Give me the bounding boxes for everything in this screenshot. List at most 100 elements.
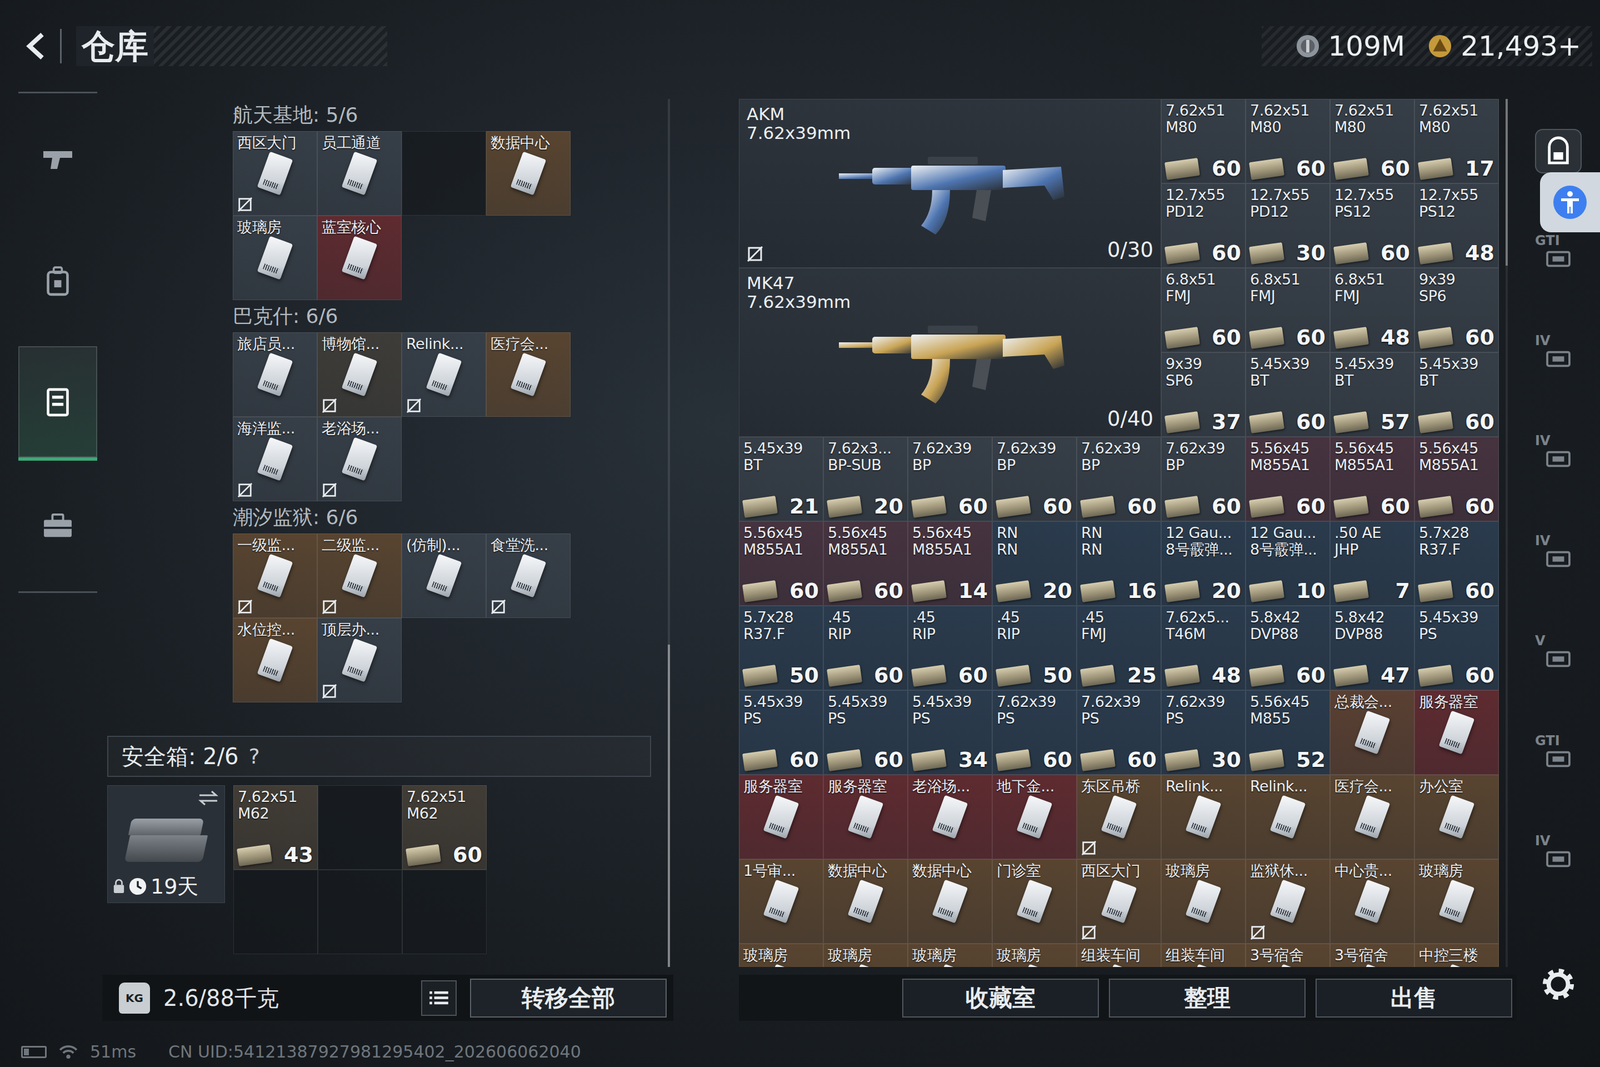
ammo-slot[interactable]: 9x39SP660: [1414, 267, 1499, 353]
ammo-slot[interactable]: 5.45x39BT57: [1330, 352, 1415, 437]
filter-button[interactable]: IV: [1535, 828, 1582, 874]
ammo-slot[interactable]: 7.62x51M8060: [1245, 98, 1330, 184]
sidebar-item[interactable]: [18, 468, 98, 583]
ammo-slot[interactable]: 5.7x28R37.F60: [1414, 521, 1499, 606]
key-slot[interactable]: 服务器室: [1414, 690, 1499, 775]
ammo-slot[interactable]: 6.8x51FMJ60: [1245, 267, 1330, 353]
key-slot[interactable]: 服务器室: [823, 774, 908, 859]
key-slot[interactable]: 中心贵...: [1330, 858, 1415, 944]
key-slot[interactable]: 数据中心: [823, 858, 908, 944]
ammo-slot[interactable]: 5.45x39BT60: [1414, 352, 1499, 437]
ammo-slot[interactable]: 12.7x55PS1248: [1414, 183, 1499, 268]
ammo-slot[interactable]: 12 Gau...8号霰弹...20: [1161, 521, 1246, 606]
key-slot[interactable]: 玻璃房: [738, 943, 824, 967]
ammo-slot[interactable]: 5.56x45M855A160: [1330, 436, 1415, 522]
key-slot[interactable]: 玻璃房: [1161, 858, 1246, 944]
list-button[interactable]: [421, 980, 457, 1016]
key-slot[interactable]: 3号宿舍: [1245, 943, 1330, 967]
ammo-slot[interactable]: 6.8x51FMJ48: [1330, 267, 1415, 353]
empty-slot[interactable]: [233, 869, 318, 954]
empty-slot[interactable]: [401, 131, 487, 216]
ammo-slot[interactable]: 7.62x39PS60: [992, 690, 1077, 775]
key-slot[interactable]: 蓝室核心: [317, 215, 402, 300]
filter-button[interactable]: IV: [1535, 528, 1582, 574]
ammo-slot[interactable]: .45RIP50: [992, 605, 1077, 690]
key-slot[interactable]: Relink...: [1245, 774, 1330, 859]
ammo-slot[interactable]: 7.62x51M6243: [233, 785, 318, 870]
key-slot[interactable]: 水位控...: [232, 617, 318, 703]
key-slot[interactable]: Relink...: [1161, 774, 1246, 859]
key-slot[interactable]: 玻璃房: [907, 943, 993, 967]
key-slot[interactable]: 食堂洗...: [486, 533, 571, 618]
scrollbar[interactable]: [667, 98, 670, 967]
ammo-slot[interactable]: 7.62x39BP60: [1161, 436, 1246, 522]
key-slot[interactable]: 组装车间: [1161, 943, 1246, 967]
ammo-slot[interactable]: .45RIP60: [823, 605, 908, 690]
ammo-slot[interactable]: 5.56x45M855A160: [1414, 436, 1499, 522]
key-slot[interactable]: 老浴场...: [907, 774, 993, 859]
key-slot[interactable]: 数据中心: [486, 131, 571, 216]
key-slot[interactable]: 西区大门: [1076, 858, 1162, 944]
key-slot[interactable]: 中控三楼: [1414, 943, 1499, 967]
stash-scrollbar[interactable]: [1505, 98, 1508, 967]
ammo-slot[interactable]: 5.8x42DVP8847: [1330, 605, 1415, 690]
sidebar-item[interactable]: [18, 346, 98, 461]
ammo-slot[interactable]: 5.56x45M855A160: [1245, 436, 1330, 522]
empty-slot[interactable]: [317, 869, 403, 954]
key-slot[interactable]: 海洋监...: [232, 416, 318, 502]
ammo-slot[interactable]: RNRN16: [1076, 521, 1162, 606]
key-slot[interactable]: 地下金...: [992, 774, 1077, 859]
key-slot[interactable]: 玻璃房: [992, 943, 1077, 967]
ammo-slot[interactable]: 7.62x39BP60: [1076, 436, 1162, 522]
ammo-slot[interactable]: 5.8x42DVP8860: [1245, 605, 1330, 690]
empty-slot[interactable]: [317, 785, 403, 870]
key-slot[interactable]: 西区大门: [232, 131, 318, 216]
ammo-slot[interactable]: .45FMJ25: [1076, 605, 1162, 690]
ammo-slot[interactable]: 5.56x45M85552: [1245, 690, 1330, 775]
ammo-slot[interactable]: 9x39SP637: [1161, 352, 1246, 437]
ammo-slot[interactable]: 7.62x39BP60: [992, 436, 1077, 522]
ammo-slot[interactable]: 5.45x39PS34: [907, 690, 993, 775]
key-slot[interactable]: 服务器室: [738, 774, 824, 859]
weapon-slot[interactable]: AKM7.62x39mm0/30: [738, 98, 1162, 268]
ammo-slot[interactable]: 7.62x5...T46M48: [1161, 605, 1246, 690]
action-button[interactable]: 整理: [1108, 978, 1306, 1018]
ammo-slot[interactable]: 5.45x39PS60: [1414, 605, 1499, 690]
ammo-slot[interactable]: 7.62x3...BP-SUB20: [823, 436, 908, 522]
ammo-slot[interactable]: 7.62x51M6260: [402, 785, 487, 870]
ammo-slot[interactable]: 12 Gau...8号霰弹...10: [1245, 521, 1330, 606]
filter-button[interactable]: IV: [1535, 428, 1582, 474]
sidebar-item[interactable]: [18, 223, 98, 339]
key-slot[interactable]: 监狱休...: [1245, 858, 1330, 944]
key-slot[interactable]: 顶层办...: [317, 617, 402, 703]
ammo-slot[interactable]: 5.56x45M855A114: [907, 521, 993, 606]
filter-button[interactable]: [1535, 128, 1582, 174]
ammo-slot[interactable]: 7.62x39PS60: [1076, 690, 1162, 775]
ammo-slot[interactable]: 5.7x28R37.F50: [738, 605, 824, 690]
filter-button[interactable]: V: [1535, 628, 1582, 674]
ammo-slot[interactable]: 7.62x51M8060: [1161, 98, 1246, 184]
filter-button[interactable]: GTI: [1535, 728, 1582, 774]
key-slot[interactable]: 老浴场...: [317, 416, 402, 502]
key-slot[interactable]: 数据中心: [907, 858, 993, 944]
key-slot[interactable]: Relink...: [401, 332, 487, 417]
ammo-slot[interactable]: 12.7x55PD1260: [1161, 183, 1246, 268]
ammo-slot[interactable]: 5.45x39PS60: [823, 690, 908, 775]
ammo-slot[interactable]: .50 AEJHP7: [1330, 521, 1415, 606]
ammo-slot[interactable]: 5.45x39BT21: [738, 436, 824, 522]
key-slot[interactable]: 玻璃房: [1414, 858, 1499, 944]
key-slot[interactable]: 办公室: [1414, 774, 1499, 859]
key-slot[interactable]: 门诊室: [992, 858, 1077, 944]
empty-slot[interactable]: [402, 869, 487, 954]
key-slot[interactable]: 玻璃房: [232, 215, 318, 300]
ammo-slot[interactable]: 12.7x55PS1260: [1330, 183, 1415, 268]
key-slot[interactable]: (仿制)...: [401, 533, 487, 618]
ammo-slot[interactable]: .45RIP60: [907, 605, 993, 690]
ammo-slot[interactable]: 7.62x39BP60: [907, 436, 993, 522]
key-slot[interactable]: 二级监...: [317, 533, 402, 618]
sidebar-item[interactable]: [18, 101, 98, 217]
ammo-slot[interactable]: 5.45x39BT60: [1245, 352, 1330, 437]
ammo-slot[interactable]: RNRN20: [992, 521, 1077, 606]
transfer-all-button[interactable]: 转移全部: [470, 978, 667, 1018]
key-slot[interactable]: 组装车间: [1076, 943, 1162, 967]
